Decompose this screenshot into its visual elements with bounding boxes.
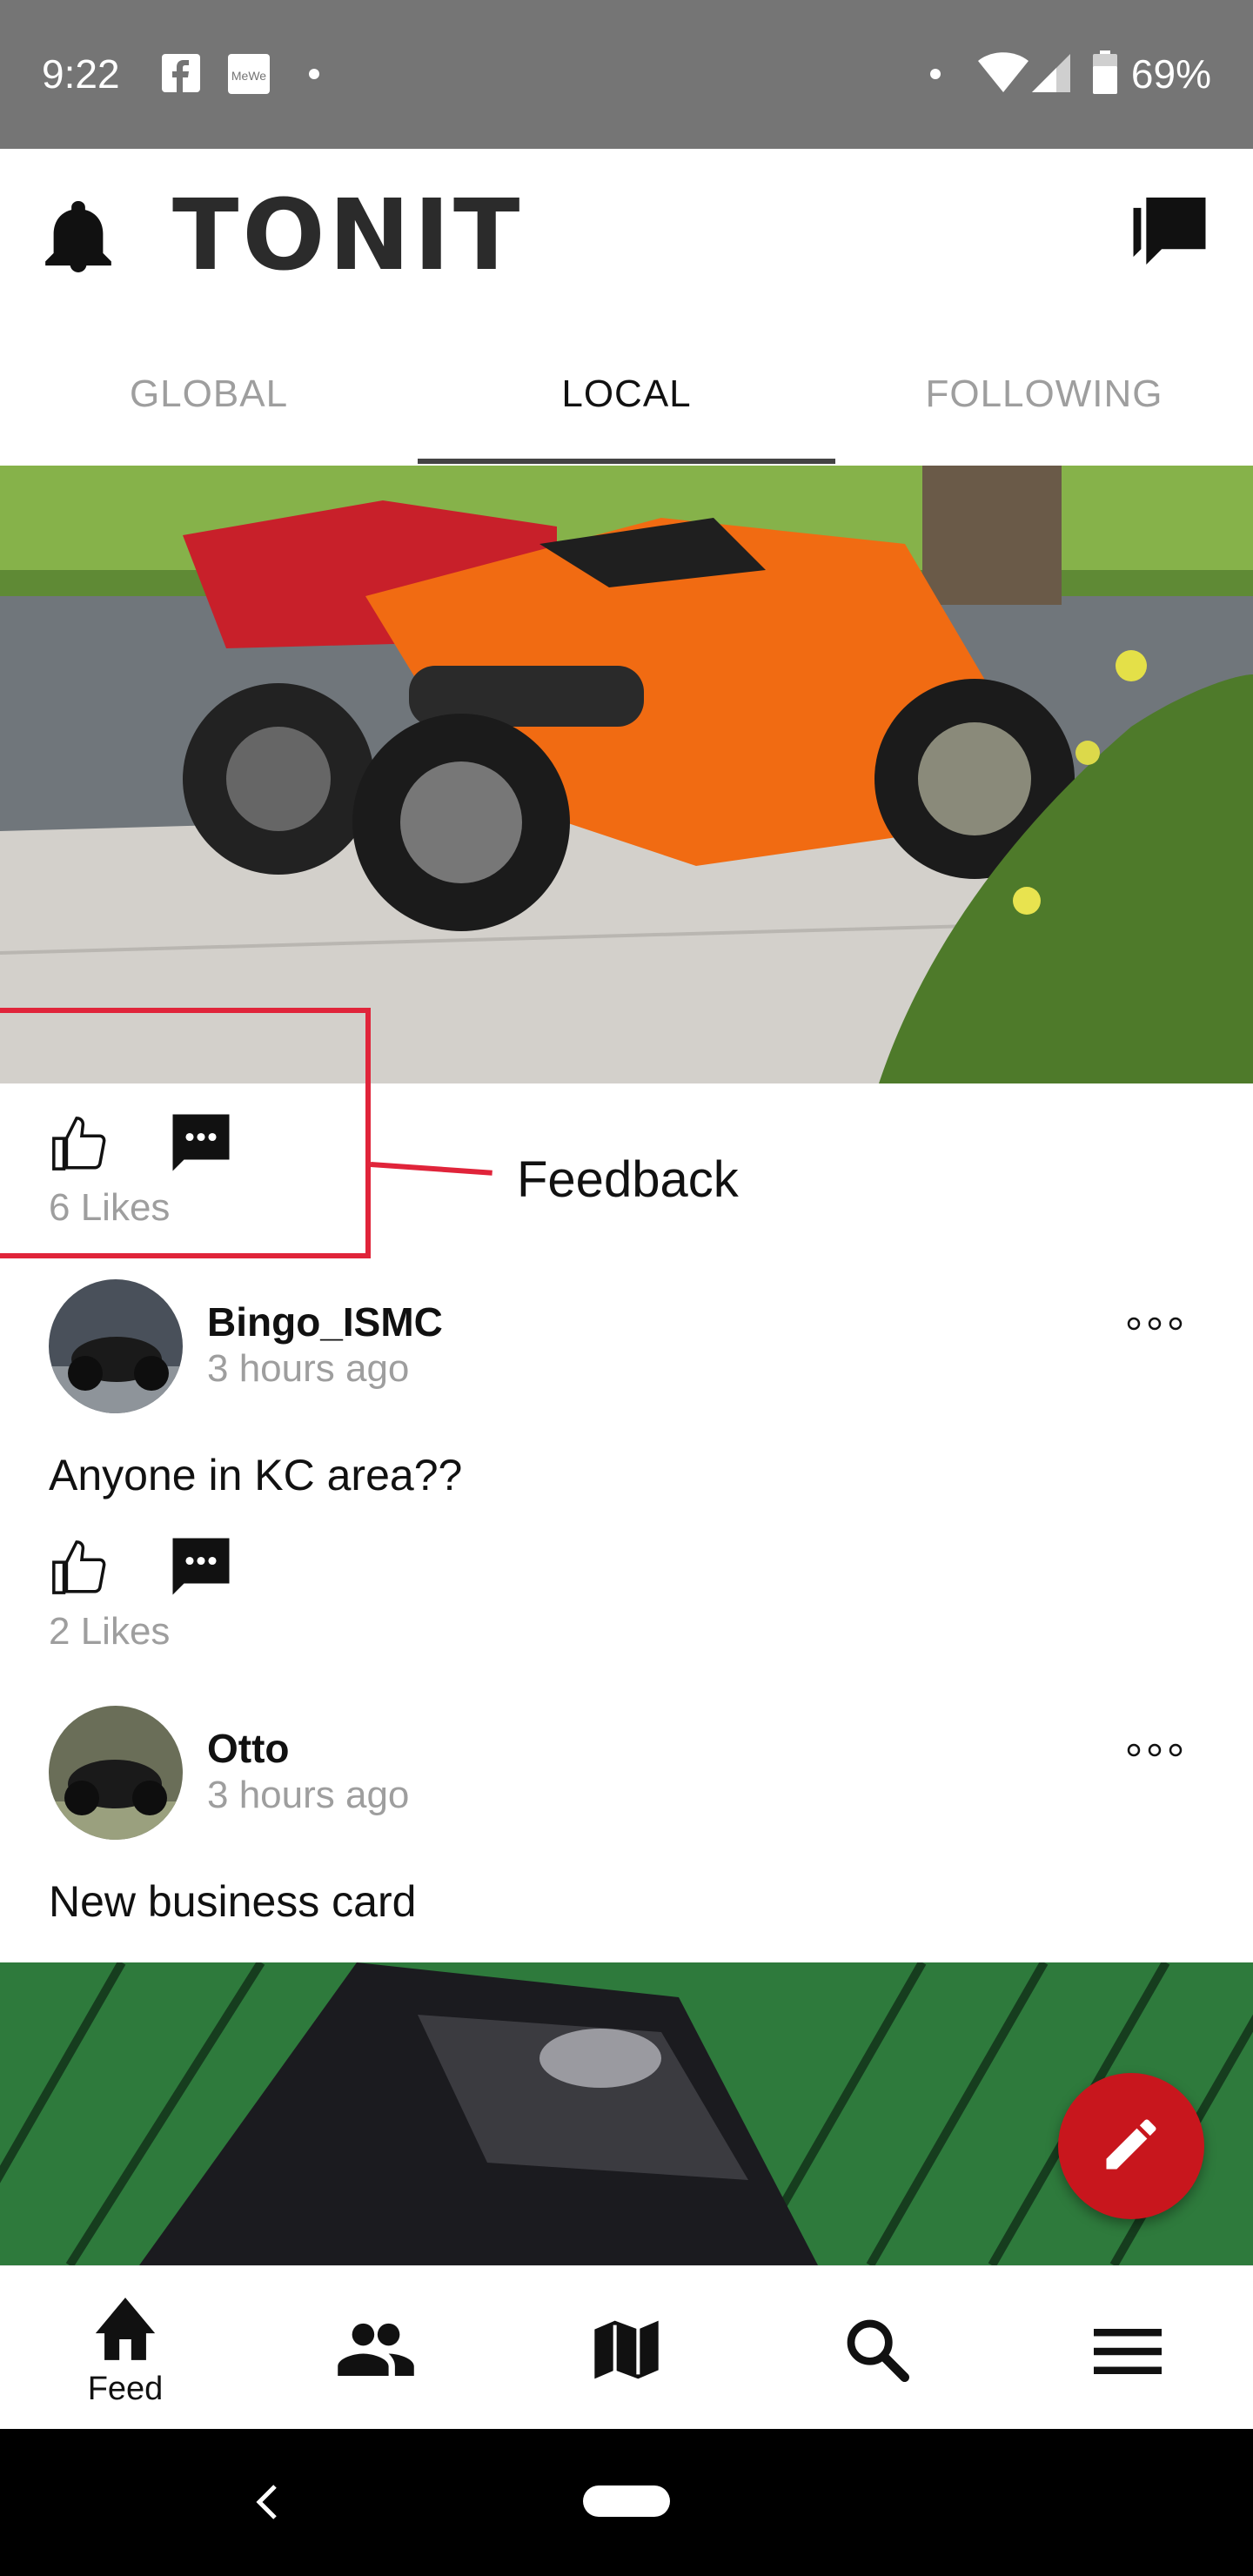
feed-tabs: GLOBAL LOCAL FOLLOWING [0, 323, 1253, 466]
bell-icon[interactable] [45, 201, 111, 277]
home-icon [95, 2298, 156, 2360]
map-icon [594, 2320, 659, 2379]
nav-feed-label: Feed [87, 2371, 164, 2407]
like-icon[interactable] [49, 1537, 110, 1602]
avatar[interactable] [49, 1279, 183, 1413]
app-logo: TONIT [172, 179, 524, 292]
app-header: TONIT [0, 149, 1253, 323]
post-timestamp: 3 hours ago [207, 1774, 410, 1816]
mewe-icon: MeWe [228, 54, 270, 98]
avatar[interactable] [49, 1706, 183, 1840]
likes-count[interactable]: 2 Likes [49, 1610, 170, 1654]
signal-icon [1032, 54, 1070, 97]
wifi-icon [978, 52, 1029, 97]
search-icon [847, 2319, 909, 2382]
post-card: Bingo_ISMC 3 hours ago Anyone in KC area… [0, 1279, 1253, 1680]
post-card: Otto 3 hours ago New business card [0, 1706, 1253, 1958]
svg-text:MeWe: MeWe [231, 69, 266, 83]
status-time: 9:22 [42, 51, 120, 97]
status-bar: 9:22 MeWe 69% [0, 0, 1253, 149]
post-username[interactable]: Otto [207, 1725, 290, 1772]
chat-icon[interactable] [1133, 198, 1206, 272]
post-text: New business card [49, 1877, 417, 1926]
menu-icon [1094, 2329, 1162, 2374]
battery-percent: 69% [1130, 51, 1211, 97]
nav-map[interactable] [501, 2266, 752, 2430]
nav-menu[interactable] [1002, 2266, 1253, 2430]
post-timestamp: 3 hours ago [207, 1347, 410, 1390]
people-icon [338, 2323, 414, 2376]
system-nav-bar [0, 2429, 1253, 2576]
tab-following[interactable]: FOLLOWING [835, 323, 1253, 466]
post-image-motorcycle[interactable] [0, 466, 1253, 1083]
tab-global[interactable]: GLOBAL [0, 323, 418, 466]
more-options-icon[interactable] [1126, 1316, 1183, 1336]
dot-icon [308, 68, 320, 84]
tab-indicator [418, 459, 835, 464]
annotation-box [0, 1008, 371, 1258]
facebook-icon [162, 54, 200, 97]
back-icon[interactable] [254, 2483, 280, 2526]
comment-icon[interactable] [167, 1532, 235, 1606]
battery-icon [1093, 50, 1117, 98]
bottom-nav: Feed [0, 2265, 1253, 2430]
nav-feed[interactable]: Feed [0, 2266, 251, 2430]
dot-icon [929, 68, 941, 84]
home-pill-button[interactable] [583, 2485, 670, 2517]
tab-local[interactable]: LOCAL [418, 323, 835, 466]
post-username[interactable]: Bingo_ISMC [207, 1298, 443, 1345]
pencil-icon [1098, 2111, 1164, 2182]
nav-people[interactable] [251, 2266, 501, 2430]
nav-search[interactable] [752, 2266, 1002, 2430]
annotation-label: Feedback [517, 1151, 739, 1208]
compose-post-button[interactable] [1058, 2073, 1204, 2219]
more-options-icon[interactable] [1126, 1742, 1183, 1762]
post-text: Anyone in KC area?? [49, 1451, 463, 1499]
